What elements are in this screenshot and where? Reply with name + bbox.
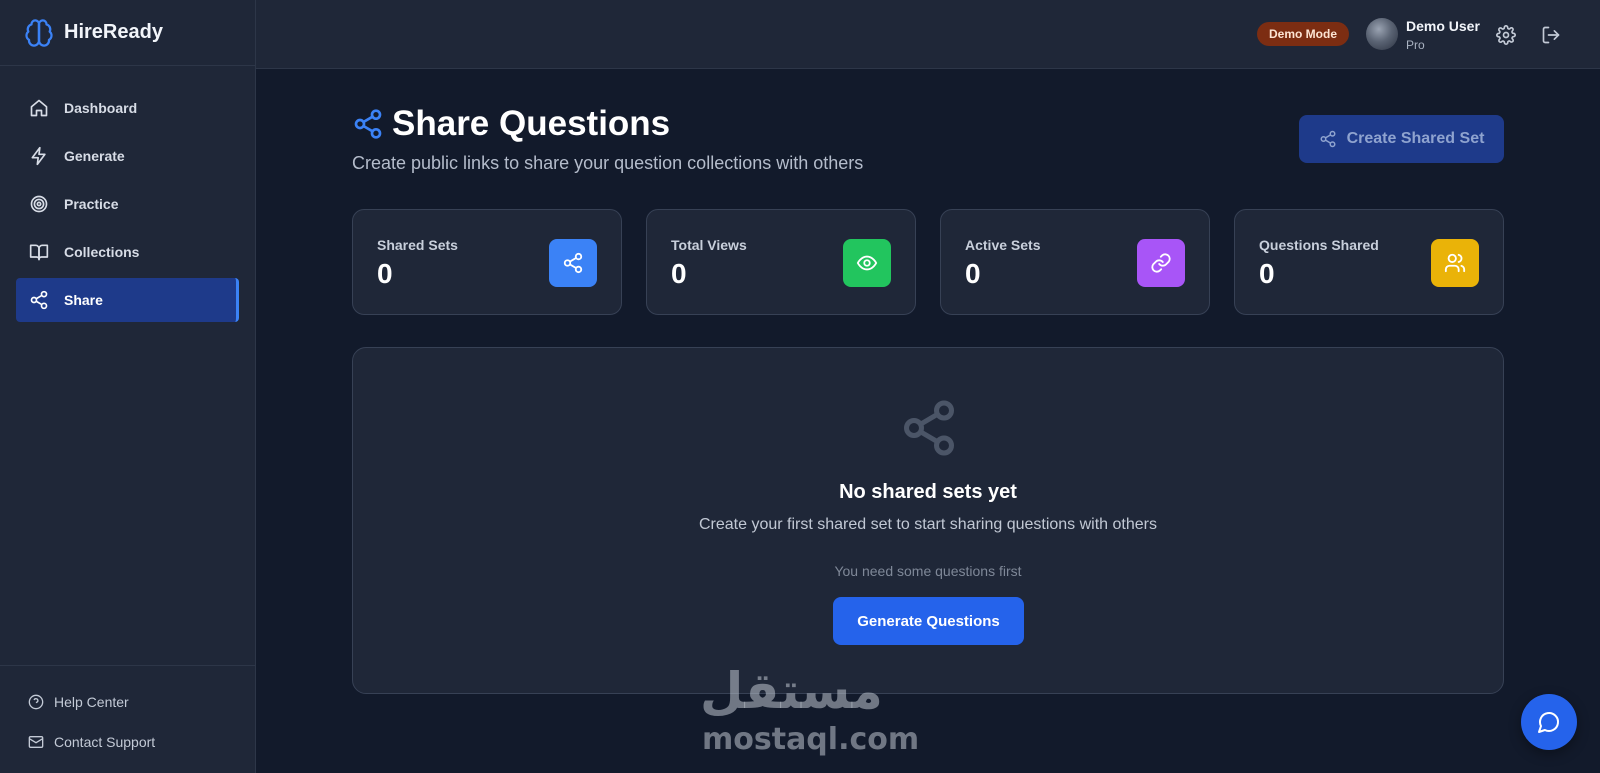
sidebar-nav: Dashboard Generate Practice Collections … <box>0 66 255 322</box>
user-plan: Pro <box>1406 38 1425 52</box>
brand[interactable]: HireReady <box>0 0 255 66</box>
help-circle-icon <box>28 694 44 710</box>
sidebar-item-label: Share <box>64 292 103 308</box>
stat-value: 0 <box>377 258 393 289</box>
sidebar-item-collections[interactable]: Collections <box>16 230 239 274</box>
stat-card-total-views: Total Views 0 <box>646 209 916 315</box>
empty-state-title: No shared sets yet <box>839 481 1017 503</box>
lightning-icon <box>28 145 50 167</box>
eye-icon <box>843 239 891 287</box>
sidebar-item-share[interactable]: Share <box>16 278 239 322</box>
user-name: Demo User <box>1406 18 1480 34</box>
share-icon <box>549 239 597 287</box>
stat-card-questions-shared: Questions Shared 0 <box>1234 209 1504 315</box>
help-center-link[interactable]: Help Center <box>0 682 255 722</box>
demo-mode-badge: Demo Mode <box>1257 22 1350 46</box>
contact-support-link[interactable]: Contact Support <box>0 722 255 762</box>
share-icon <box>1319 130 1337 148</box>
page-header: Share Questions <box>352 104 670 144</box>
empty-state-hint: You need some questions first <box>834 563 1022 579</box>
stat-label: Active Sets <box>965 237 1041 253</box>
target-icon <box>28 193 50 215</box>
page-subtitle: Create public links to share your questi… <box>352 153 864 173</box>
stat-label: Questions Shared <box>1259 237 1379 253</box>
sidebar: HireReady Dashboard Generate Practice Co… <box>0 0 256 773</box>
sidebar-item-practice[interactable]: Practice <box>16 182 239 226</box>
create-shared-set-button[interactable]: Create Shared Set <box>1299 115 1504 163</box>
sidebar-footer: Help Center Contact Support <box>0 665 255 773</box>
topbar: Demo Mode Demo User Pro <box>256 0 1600 69</box>
stat-card-shared-sets: Shared Sets 0 <box>352 209 622 315</box>
link-icon <box>1137 239 1185 287</box>
create-shared-set-label: Create Shared Set <box>1346 130 1485 147</box>
share-icon <box>28 289 50 311</box>
stat-value: 0 <box>965 258 981 289</box>
stat-label: Total Views <box>671 237 747 253</box>
avatar[interactable] <box>1366 18 1398 50</box>
stats-row: Shared Sets 0 Total Views 0 Active Sets … <box>352 209 1504 315</box>
users-icon <box>1431 239 1479 287</box>
stat-label: Shared Sets <box>377 237 458 253</box>
stat-value: 0 <box>1259 258 1275 289</box>
sidebar-item-label: Generate <box>64 148 125 164</box>
stat-value: 0 <box>671 258 687 289</box>
sidebar-item-label: Practice <box>64 196 119 212</box>
watermark-latin: mostaql.com <box>702 722 920 757</box>
empty-state-card: No shared sets yet Create your first sha… <box>352 347 1504 694</box>
contact-support-label: Contact Support <box>54 734 156 750</box>
chat-button[interactable] <box>1521 694 1577 750</box>
generate-questions-button[interactable]: Generate Questions <box>833 597 1024 645</box>
help-center-label: Help Center <box>54 694 129 710</box>
page-title: Share Questions <box>392 104 671 143</box>
share-icon <box>352 108 384 140</box>
sidebar-item-label: Collections <box>64 244 140 260</box>
empty-state-text: Create your first shared set to start sh… <box>699 516 1157 533</box>
brain-logo-icon <box>24 18 54 48</box>
chat-bubble-icon <box>1537 710 1561 734</box>
sidebar-item-dashboard[interactable]: Dashboard <box>16 86 239 130</box>
stat-card-active-sets: Active Sets 0 <box>940 209 1210 315</box>
book-icon <box>28 241 50 263</box>
app-name: HireReady <box>64 21 163 43</box>
home-icon <box>28 97 50 119</box>
share-icon <box>899 398 959 458</box>
mail-icon <box>28 734 44 750</box>
gear-icon[interactable] <box>1495 24 1517 46</box>
sidebar-item-label: Dashboard <box>64 100 138 116</box>
watermark-arabic: مستقل <box>700 662 883 720</box>
sidebar-item-generate[interactable]: Generate <box>16 134 239 178</box>
logout-icon[interactable] <box>1540 24 1562 46</box>
